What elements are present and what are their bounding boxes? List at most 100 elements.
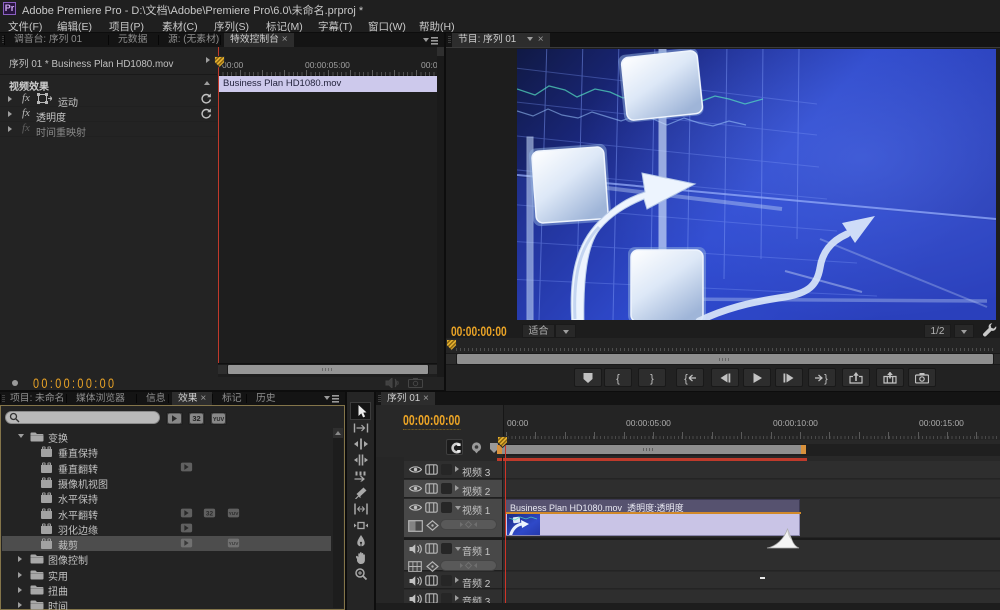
settings-wrench-icon[interactable]: [982, 322, 997, 338]
mini-timeline-clip[interactable]: Business Plan HD1080.mov: [218, 76, 437, 92]
expand-track-icon[interactable]: [455, 485, 459, 491]
panel-menu-icon[interactable]: [423, 36, 438, 45]
expand-effect-icon[interactable]: [8, 96, 12, 102]
add-marker-button[interactable]: [574, 368, 602, 387]
snapshot-icon[interactable]: [408, 378, 424, 388]
menu-素材[interactable]: 素材(C): [162, 19, 198, 34]
go-to-out-button[interactable]: }: [808, 368, 836, 387]
title-bar[interactable]: Pr Adobe Premiere Pro - D:\文档\Adobe\Prem…: [0, 0, 1000, 17]
tab-特效控制台[interactable]: 特效控制台 ×: [224, 33, 294, 47]
playback-resolution-dropdown[interactable]: 1/2: [924, 324, 951, 338]
work-area-bar[interactable]: [497, 445, 806, 454]
expand-folder-icon[interactable]: [18, 556, 22, 562]
tab-信息[interactable]: 信息: [140, 392, 172, 405]
scrollbar-thumb[interactable]: [457, 354, 993, 364]
close-tab-icon[interactable]: ×: [423, 393, 429, 404]
folder-图像控制[interactable]: 图像控制: [2, 551, 331, 566]
filter-yuv-effects-button[interactable]: YUV: [210, 412, 227, 425]
filter-32bit-color-button[interactable]: 32: [188, 412, 205, 425]
track-header-音频1[interactable]: 音频 1: [404, 540, 502, 571]
export-frame-button[interactable]: [908, 368, 936, 387]
track-header-视频1[interactable]: 视频 1: [404, 499, 502, 538]
scroll-up-button[interactable]: [333, 428, 343, 438]
effects-search-input[interactable]: [5, 411, 160, 424]
close-tab-icon[interactable]: ×: [198, 393, 207, 404]
effect-垂直保持[interactable]: 垂直保持: [2, 444, 331, 459]
show-timeline-icon[interactable]: [206, 57, 210, 63]
collapse-track-icon[interactable]: [455, 547, 461, 551]
timeline-clip-business-plan[interactable]: Business Plan HD1080.mov 透明度:透明度: [505, 499, 800, 538]
fit-dropdown-arrow[interactable]: [555, 324, 576, 338]
effect-水平保持[interactable]: 水平保持: [2, 490, 331, 505]
clip-title-bar[interactable]: Business Plan HD1080.mov 透明度:透明度: [505, 499, 800, 512]
tab-sequence-01[interactable]: 序列 01 ×: [381, 392, 435, 405]
effect-row-时间重映射[interactable]: fx时间重映射: [0, 122, 217, 137]
sync-lock-icon[interactable]: [425, 464, 438, 475]
toggle-track-output-eye-icon[interactable]: [409, 484, 422, 493]
show-keyframes-icon[interactable]: [426, 520, 439, 531]
lift-button[interactable]: [842, 368, 870, 387]
menu-编辑[interactable]: 编辑(E): [57, 19, 92, 34]
expand-track-icon[interactable]: [455, 466, 459, 472]
timeline-timecode[interactable]: 00:00:00:00: [403, 412, 460, 430]
reset-effect-icon[interactable]: [200, 108, 212, 120]
folder-变换[interactable]: 变换: [2, 429, 331, 444]
scroll-right-button[interactable]: [429, 365, 437, 374]
step-back-button[interactable]: [711, 368, 739, 387]
expand-track-icon[interactable]: [455, 577, 459, 583]
play-button[interactable]: [743, 368, 771, 387]
tab-源无素材[interactable]: 源: (无素材): [162, 33, 225, 47]
expand-folder-icon[interactable]: [18, 602, 22, 608]
menu-序列[interactable]: 序列(S): [214, 19, 249, 34]
collapse-folder-icon[interactable]: [18, 434, 24, 438]
folder-实用[interactable]: 实用: [2, 567, 331, 582]
sync-lock-icon[interactable]: [425, 502, 438, 513]
keyframe-navigator[interactable]: [440, 560, 497, 571]
track-lock-toggle[interactable]: [441, 502, 452, 513]
track-header-音频2[interactable]: 音频 2: [404, 572, 502, 589]
set-display-style-icon[interactable]: [408, 520, 423, 532]
video-effects-section-header[interactable]: 视频效果: [0, 76, 217, 91]
program-playhead-head[interactable]: [446, 339, 457, 351]
timeline-ruler[interactable]: 00:0000:00:05:0000:00:10:0000:00:15:00: [503, 405, 1000, 440]
track-header-视频2[interactable]: 视频 2: [404, 480, 502, 498]
tab-标记[interactable]: 标记: [216, 392, 248, 405]
mark-in-button[interactable]: {: [604, 368, 632, 387]
track-content-音频2[interactable]: [503, 572, 1000, 589]
clip-body[interactable]: [505, 512, 800, 536]
mini-timeline-vscrollbar[interactable]: [437, 47, 444, 377]
effect-row-透明度[interactable]: fx透明度: [0, 107, 217, 122]
reset-effect-icon[interactable]: [200, 93, 212, 105]
sync-lock-icon[interactable]: [425, 575, 438, 586]
resolution-dropdown-arrow[interactable]: [954, 324, 974, 338]
panel-grip[interactable]: [448, 36, 451, 44]
track-content-视频3[interactable]: [503, 461, 1000, 479]
mini-playhead-head[interactable]: [214, 56, 225, 68]
work-area-end-handle[interactable]: [801, 445, 806, 454]
go-to-in-button[interactable]: {: [676, 368, 704, 387]
folder-扭曲[interactable]: 扭曲: [2, 582, 331, 597]
menu-项目[interactable]: 项目(P): [109, 19, 144, 34]
expand-track-icon[interactable]: [455, 595, 459, 601]
filter-accelerated-effects-button[interactable]: [166, 412, 183, 425]
menu-帮助[interactable]: 帮助(H): [419, 19, 455, 34]
effect-row-运动[interactable]: fx运动: [0, 92, 217, 107]
scroll-left-button[interactable]: [446, 354, 456, 364]
effect-controls-timecode[interactable]: 00:00:00:00: [33, 376, 116, 391]
track-lock-toggle[interactable]: [441, 575, 452, 586]
tab-调音台序列01[interactable]: 调音台: 序列 01: [8, 33, 88, 47]
menu-字幕[interactable]: 字幕(T): [318, 19, 352, 34]
panel-menu-icon[interactable]: [324, 394, 339, 403]
show-waveform-icon[interactable]: [408, 561, 422, 572]
play-audio-icon[interactable]: [385, 378, 401, 388]
effect-羽化边缘[interactable]: 羽化边缘: [2, 521, 331, 536]
track-lock-toggle[interactable]: [441, 483, 452, 494]
expand-effect-icon[interactable]: [8, 126, 12, 132]
tab-program[interactable]: 节目: 序列 01 ×: [452, 33, 550, 47]
scrollbar-thumb[interactable]: [228, 365, 428, 374]
mini-timeline-hscrollbar[interactable]: [218, 363, 437, 374]
program-video-preview[interactable]: [517, 49, 996, 320]
scroll-left-button[interactable]: [218, 365, 227, 374]
track-lock-toggle[interactable]: [441, 464, 452, 475]
timeline-bottom-scroll-strip[interactable]: [376, 603, 1000, 610]
